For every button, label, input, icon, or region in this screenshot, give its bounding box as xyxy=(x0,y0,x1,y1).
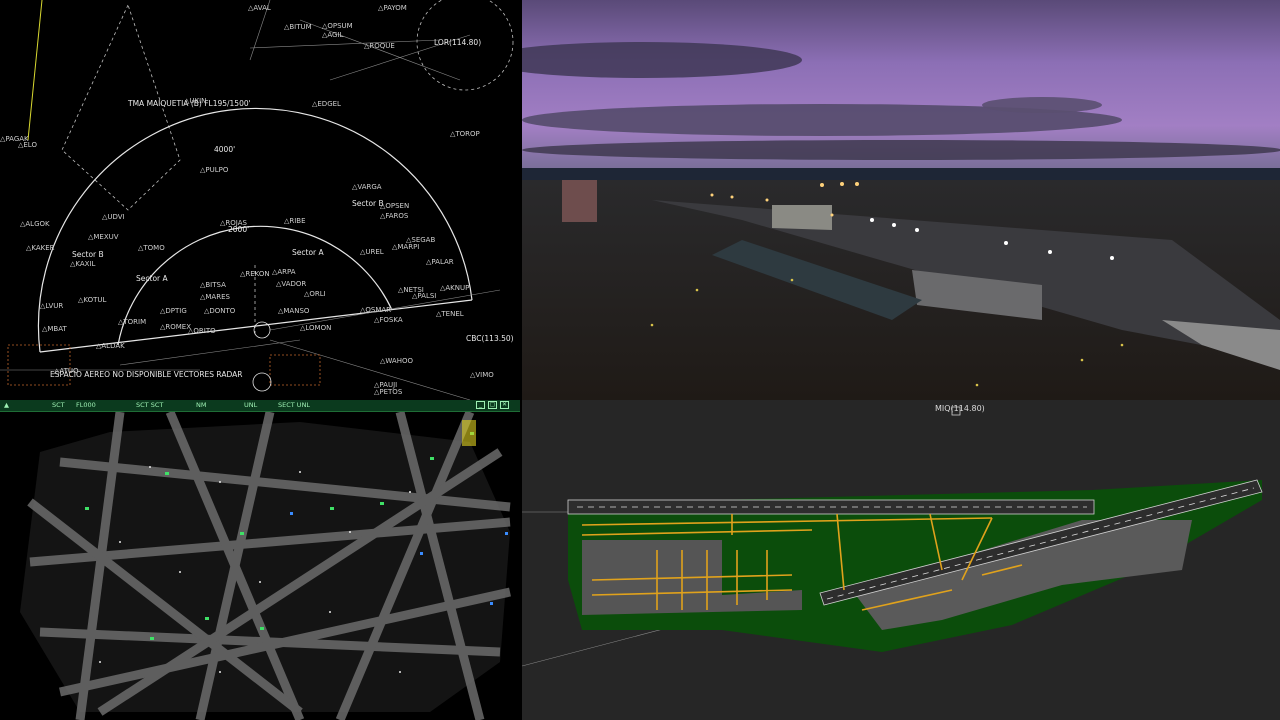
sector-label: Sector A xyxy=(136,274,168,283)
waypoint-label: △BITSA xyxy=(200,281,226,289)
close-button[interactable]: ✕ xyxy=(500,401,509,409)
waypoint-label: △DONTO xyxy=(204,307,236,315)
waypoint-labels: △AVAL △PAYOM △BITUM △OPSUM△AGIL △ROQUE △UKIN △… xyxy=(0,4,494,396)
waypoint-label: △FOSKA xyxy=(374,316,403,324)
radar-scope-panel[interactable]: TMA MAIQUETIA (B) FL195/1500' 4000' 2000… xyxy=(0,0,520,400)
toolbar-nm[interactable]: NM xyxy=(196,401,206,410)
waypoint-label: △TENEL xyxy=(436,310,464,318)
traffic-map[interactable] xyxy=(0,412,520,720)
traffic-toolbar: ▲ SCT FL000 SCT SCT NM UNL SECT UNL _ ▢ … xyxy=(0,400,520,412)
airway-lines xyxy=(0,0,501,400)
toolbar-sect-unl[interactable]: SECT UNL xyxy=(278,401,310,410)
waypoint-label: △OPSUM xyxy=(322,22,353,30)
airport-symbol xyxy=(253,321,271,339)
toolbar-arrow-icon[interactable]: ▲ xyxy=(4,401,9,410)
restricted-zone-box-2 xyxy=(269,354,321,386)
traffic-map-panel[interactable]: ▲ SCT FL000 SCT SCT NM UNL SECT UNL _ ▢ … xyxy=(0,400,520,720)
waypoint-label: △TORIM xyxy=(118,318,146,326)
alt-outer-label: 4000' xyxy=(214,145,235,154)
waypoint-label: △DPTIG xyxy=(160,307,187,315)
sector-label: Sector A xyxy=(292,248,324,257)
waypoint-label: △OSMAR xyxy=(360,306,391,314)
toolbar-unl[interactable]: UNL xyxy=(244,401,257,410)
toolbar-sct[interactable]: SCT xyxy=(52,401,65,410)
waypoint-label: △KAKER xyxy=(26,244,55,252)
sector-label: Sector B xyxy=(72,250,104,259)
waypoint-label: △AVAL xyxy=(248,4,271,12)
waypoint-label: △MANSO xyxy=(278,307,310,315)
waypoint-label: △TOMO xyxy=(138,244,165,252)
waypoint-label: △ORLI xyxy=(304,290,326,298)
waypoint-label: △KAXIL xyxy=(70,260,95,268)
waypoint-label: △ROMEX xyxy=(160,323,191,331)
waypoint-label: △AGIL xyxy=(322,31,344,39)
waypoint-label: △EDGEL xyxy=(312,100,341,108)
waypoint-label: △MARPI xyxy=(392,243,419,251)
maximize-button[interactable]: ▢ xyxy=(488,401,497,409)
waypoint-label: △PALSI xyxy=(412,292,436,300)
waypoint-label: △FAROS xyxy=(380,212,409,220)
waypoint-label: △WAHOO xyxy=(380,357,413,365)
waypoint-label: △REKON xyxy=(240,270,270,278)
waypoint-label: △ALDAK xyxy=(96,342,125,350)
cbc-freq-label: CBC(113.50) xyxy=(466,334,514,343)
sea xyxy=(522,168,1280,182)
fir-boundary-line xyxy=(27,0,43,141)
waypoint-label: △ARPA xyxy=(272,268,296,276)
waypoint-label: △MBAT xyxy=(42,325,67,333)
cloud xyxy=(522,140,1280,160)
scenery-render xyxy=(522,0,1280,400)
cloud xyxy=(982,97,1102,113)
waypoint-label: △OPSEN xyxy=(380,202,409,210)
hangar xyxy=(772,205,832,230)
scenery-3d-view[interactable] xyxy=(522,0,1280,400)
minimize-button[interactable]: _ xyxy=(476,401,485,409)
waypoint-label: △UREL xyxy=(360,248,384,256)
waypoint-label: △VIMO xyxy=(470,371,494,379)
miq-freq-label: MIQ(114.80) xyxy=(935,404,985,413)
waypoint-label: △VARGA xyxy=(352,183,382,191)
waypoint-label: △MARES xyxy=(200,293,230,301)
airspace-note: ESPACIO AEREO NO DISPONIBLE VECTORES RAD… xyxy=(50,370,242,379)
waypoint-label: △BITUM xyxy=(284,23,312,31)
waypoint-label: △UDVI xyxy=(102,213,125,221)
waypoint-label: △PULPO xyxy=(200,166,229,174)
waypoint-label: △RIBE xyxy=(284,217,306,225)
waypoint-label: △ELO xyxy=(18,141,37,149)
radar-scope-map[interactable]: TMA MAIQUETIA (B) FL195/1500' 4000' 2000… xyxy=(0,0,520,400)
waypoint-label: △PALAR xyxy=(426,258,454,266)
waypoint-label: △ORITO xyxy=(188,327,216,335)
waypoint-label: △ALGOK xyxy=(20,220,50,228)
waypoint-label: △KOTUL xyxy=(78,296,107,304)
waypoint-label: △UKIN xyxy=(184,97,206,105)
sector-label: Sector B xyxy=(352,199,384,208)
waypoint-label: △ROQUE xyxy=(364,42,395,50)
vor-symbol xyxy=(252,372,272,392)
waypoint-label: △LVUR xyxy=(40,302,63,310)
lor-freq-label: LOR(114.80) xyxy=(434,38,481,47)
toolbar-sct-sct[interactable]: SCT SCT xyxy=(136,401,163,410)
ground-layout-panel[interactable] xyxy=(522,400,1280,720)
waypoint-label: △LOMON xyxy=(300,324,331,332)
waypoint-label: △AKNUP xyxy=(440,284,469,292)
waypoint-label: △VADOR xyxy=(276,280,306,288)
building xyxy=(562,180,597,222)
waypoint-label: △PETOS xyxy=(374,388,403,396)
waypoint-label: △PAYOM xyxy=(378,4,407,12)
toolbar-fl[interactable]: FL000 xyxy=(76,401,96,410)
restricted-zone-box xyxy=(7,344,71,386)
waypoint-label: △ATUO xyxy=(54,367,79,375)
airport-diagram[interactable] xyxy=(522,400,1280,720)
waypoint-label: △MEXUV xyxy=(88,233,119,241)
waypoint-label: △ROJAS xyxy=(220,219,247,227)
traffic-flags xyxy=(462,420,476,446)
waypoint-label: △TOROP xyxy=(450,130,480,138)
